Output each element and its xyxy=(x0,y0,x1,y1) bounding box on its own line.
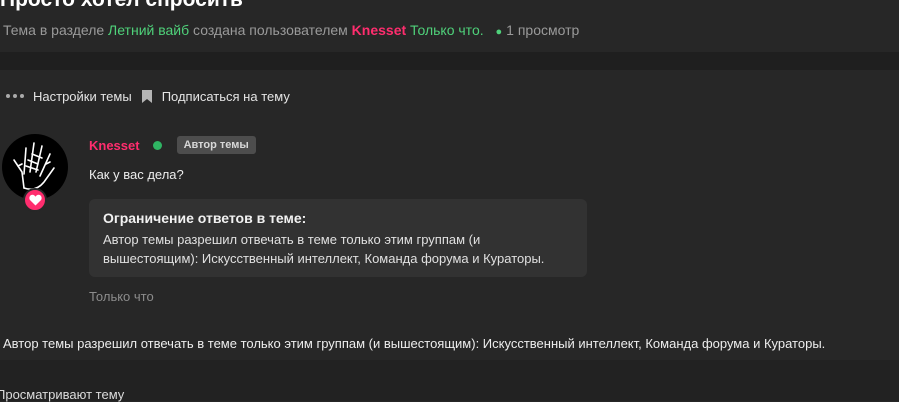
post-author-row: Knesset Автор темы xyxy=(89,136,256,154)
topic-header: Просто хотел спросить Тема в разделе Лет… xyxy=(0,0,899,52)
section-link[interactable]: Летний вайб xyxy=(108,22,189,38)
topic-time: Только что. xyxy=(410,22,484,38)
author-link[interactable]: Knesset xyxy=(352,22,406,38)
topic-toolbar: Настройки темы Подписаться на тему xyxy=(0,86,290,106)
heart-badge xyxy=(23,188,47,212)
post-author[interactable]: Knesset xyxy=(89,138,140,153)
header-divider xyxy=(0,52,899,70)
restriction-box: Ограничение ответов в теме: Автор темы р… xyxy=(89,199,587,277)
more-dots-icon xyxy=(6,94,24,98)
post-time[interactable]: Только что xyxy=(89,289,154,304)
view-count: 1 просмотр xyxy=(506,22,580,38)
watching-label: Просматривают тему xyxy=(0,387,125,402)
bookmark-icon xyxy=(141,89,152,103)
online-indicator xyxy=(152,140,162,150)
subscribe-button[interactable]: Подписаться на тему xyxy=(132,89,290,104)
meta-prefix: Тема в разделе xyxy=(3,22,105,38)
topic-meta: Тема в разделе Летний вайб создана польз… xyxy=(3,22,579,38)
restriction-text: Автор темы разрешил отвечать в теме толь… xyxy=(103,232,545,266)
reply-restriction-notice: Автор темы разрешил отвечать в теме толь… xyxy=(3,336,826,351)
watching-section: Просматривают тему xyxy=(0,360,899,402)
subscribe-label: Подписаться на тему xyxy=(161,88,290,104)
restriction-title: Ограничение ответов в теме: xyxy=(103,210,307,226)
topic-settings-button[interactable]: Настройки темы xyxy=(0,89,132,104)
separator-dot: ● xyxy=(495,26,503,38)
post-text: Как у вас дела? xyxy=(89,167,184,182)
meta-created-by: создана пользователем xyxy=(193,22,348,38)
page-title: Просто хотел спросить xyxy=(0,0,243,12)
heart-icon xyxy=(28,194,42,206)
topic-settings-label: Настройки темы xyxy=(33,88,132,104)
author-badge: Автор темы xyxy=(176,136,256,154)
